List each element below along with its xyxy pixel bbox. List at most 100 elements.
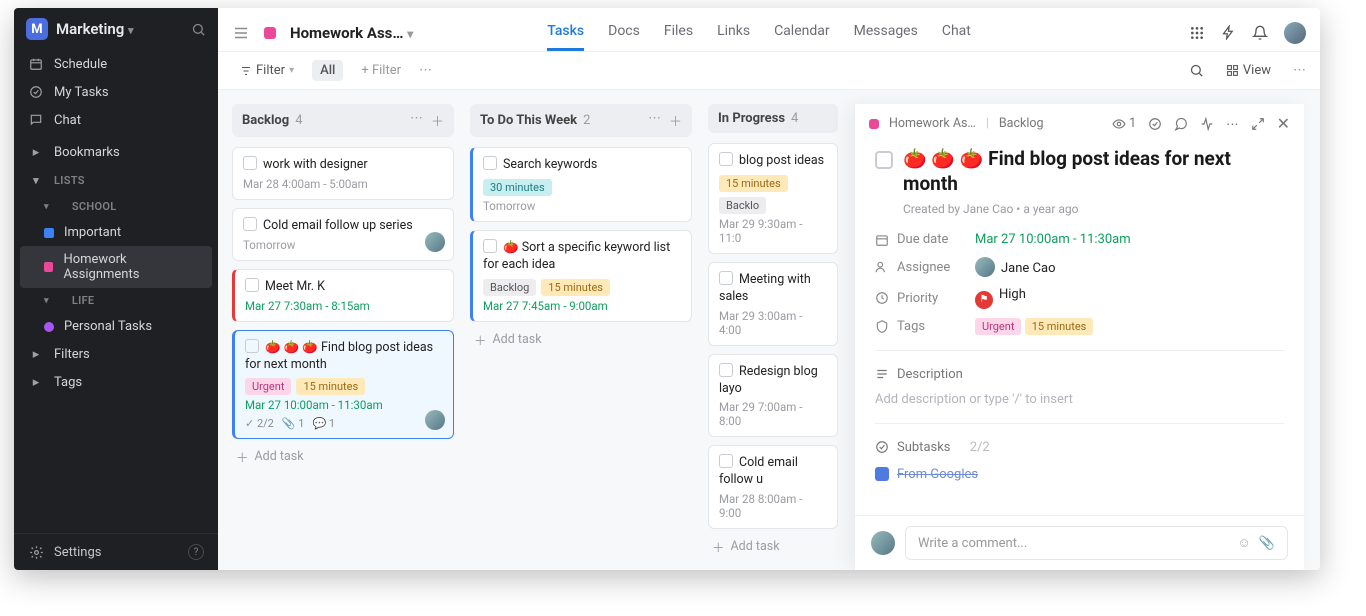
bell-icon[interactable]: [1252, 25, 1268, 41]
checkbox[interactable]: [483, 239, 497, 253]
checkbox[interactable]: [719, 152, 733, 166]
workspace-badge: M: [26, 18, 48, 40]
workspace-name[interactable]: Marketing ▾: [56, 20, 183, 38]
comment-count: 💬 1: [312, 417, 335, 430]
tab-calendar[interactable]: Calendar: [774, 14, 830, 51]
nav-tags[interactable]: ▸ Tags: [14, 368, 218, 396]
plus-icon[interactable]: ＋: [431, 111, 444, 130]
expand-icon[interactable]: [1251, 117, 1265, 131]
checkbox[interactable]: [719, 271, 733, 285]
task-card[interactable]: Meeting with sales Mar 29 3:00am - 4:00: [708, 262, 838, 346]
search-icon[interactable]: [1189, 63, 1204, 78]
list-homework-assignments[interactable]: Homework Assignments: [20, 246, 212, 288]
search-icon[interactable]: [191, 22, 206, 37]
checkbox-checked-icon[interactable]: [875, 467, 889, 481]
nav-filters[interactable]: ▸ Filters: [14, 340, 218, 368]
tab-tasks[interactable]: Tasks: [547, 14, 584, 51]
list-color-icon: [44, 322, 54, 332]
tab-links[interactable]: Links: [717, 14, 750, 51]
tag: Urgent: [245, 378, 291, 395]
detail-crumb-col[interactable]: Backlog: [999, 116, 1044, 131]
page-title[interactable]: Homework Ass… ▾: [290, 24, 413, 42]
checkbox[interactable]: [245, 278, 259, 292]
column-todo: To Do This Week2 ⋯＋ Search keywords 30 m…: [470, 104, 692, 570]
tags[interactable]: Urgent 15 minutes: [975, 319, 1093, 334]
description-input[interactable]: Add description or type '/' to insert: [875, 392, 1284, 407]
tab-messages[interactable]: Messages: [854, 14, 918, 51]
section-school[interactable]: ▾ SCHOOL: [14, 194, 218, 219]
chevron-right-icon: ▸: [28, 374, 44, 390]
task-card[interactable]: Search keywords 30 minutes Tomorrow: [470, 147, 692, 222]
assignee[interactable]: Jane Cao: [975, 257, 1056, 277]
tab-chat[interactable]: Chat: [942, 14, 971, 51]
checkbox[interactable]: [719, 363, 733, 377]
activity-icon[interactable]: [1200, 117, 1214, 131]
task-card[interactable]: Redesign blog layo Mar 29 7:00am - 8:00: [708, 354, 838, 438]
filter-button[interactable]: Filter ▾: [232, 60, 302, 81]
checkbox[interactable]: [245, 339, 259, 353]
list-color-icon: [44, 262, 53, 272]
watch-icon[interactable]: 1: [1112, 116, 1136, 131]
topbar: Homework Ass… ▾ Tasks Docs Files Links C…: [218, 8, 1320, 52]
list-personal-tasks[interactable]: Personal Tasks: [14, 313, 218, 340]
calendar-icon: [28, 56, 44, 72]
add-task-button[interactable]: ＋ Add task: [708, 529, 838, 564]
task-card[interactable]: 🍅 🍅 🍅 Find blog post ideas for next mont…: [232, 330, 454, 440]
task-card[interactable]: work with designer Mar 28 4:00am - 5:00a…: [232, 147, 454, 200]
attach-icon[interactable]: 📎: [1259, 536, 1275, 551]
nav-settings[interactable]: Settings: [54, 545, 101, 560]
due-date[interactable]: Mar 27 10:00am - 11:30am: [975, 232, 1131, 247]
more-icon[interactable]: ⋯: [1226, 116, 1239, 132]
priority[interactable]: ⚑High: [975, 287, 1026, 309]
list-important[interactable]: Important: [14, 219, 218, 246]
task-card[interactable]: Cold email follow up series Tomorrow: [232, 208, 454, 261]
task-card[interactable]: Meet Mr. K Mar 27 7:30am - 8:15am: [232, 269, 454, 322]
filter-all[interactable]: All: [312, 60, 343, 81]
task-card[interactable]: 🍅 Sort a specific keyword list for each …: [470, 230, 692, 322]
help-icon[interactable]: ?: [188, 544, 204, 560]
nav-tabs: Tasks Docs Files Links Calendar Messages…: [547, 14, 971, 51]
add-task-button[interactable]: ＋ Add task: [470, 322, 692, 357]
checkbox[interactable]: [719, 454, 733, 468]
close-icon[interactable]: ✕: [1277, 114, 1290, 133]
plus-icon[interactable]: ＋: [669, 111, 682, 130]
column-header[interactable]: To Do This Week2 ⋯＋: [470, 104, 692, 137]
task-checkbox[interactable]: [875, 151, 893, 169]
user-avatar: [871, 531, 895, 555]
task-card[interactable]: blog post ideas 15 minutesBacklo Mar 29 …: [708, 143, 838, 254]
detail-crumb-list[interactable]: Homework As…: [889, 116, 976, 131]
add-filter[interactable]: + Filter: [353, 60, 409, 81]
attach-icon[interactable]: [1174, 117, 1188, 131]
task-card[interactable]: Cold email follow u Mar 28 8:00am - 9:00: [708, 445, 838, 529]
section-life[interactable]: ▾ LIFE: [14, 288, 218, 313]
column-header[interactable]: In Progress4: [708, 104, 838, 133]
nav-chat[interactable]: Chat: [14, 106, 218, 134]
more-icon[interactable]: ⋯: [419, 63, 432, 78]
task-title[interactable]: 🍅 🍅 🍅 Find blog post ideas for next mont…: [903, 147, 1284, 196]
flag-icon: ⚑: [975, 291, 993, 309]
apps-icon[interactable]: [1189, 25, 1205, 41]
more-icon[interactable]: ⋯: [648, 111, 661, 130]
checkbox[interactable]: [243, 217, 257, 231]
tab-files[interactable]: Files: [664, 14, 693, 51]
comment-input[interactable]: Write a comment... ☺ 📎: [905, 526, 1288, 560]
checkbox[interactable]: [483, 156, 497, 170]
more-icon[interactable]: ⋯: [410, 111, 423, 130]
check-icon[interactable]: [1148, 117, 1162, 131]
nav-schedule[interactable]: Schedule: [14, 50, 218, 78]
menu-icon[interactable]: [232, 24, 250, 42]
emoji-icon[interactable]: ☺: [1238, 535, 1251, 551]
user-avatar[interactable]: [1284, 22, 1306, 44]
tag: 15 minutes: [296, 378, 365, 395]
bolt-icon[interactable]: [1221, 25, 1236, 40]
add-task-button[interactable]: ＋ Add task: [232, 439, 454, 474]
section-lists[interactable]: ▾ Lists: [14, 166, 218, 194]
subtask-item[interactable]: From Googles: [875, 467, 1284, 482]
nav-my-tasks[interactable]: My Tasks: [14, 78, 218, 106]
view-button[interactable]: View: [1218, 60, 1279, 81]
more-icon[interactable]: ⋯: [1293, 63, 1306, 78]
checkbox[interactable]: [243, 156, 257, 170]
tab-docs[interactable]: Docs: [608, 14, 640, 51]
nav-bookmarks[interactable]: ▸ Bookmarks: [14, 138, 218, 166]
column-header[interactable]: Backlog4 ⋯＋: [232, 104, 454, 137]
